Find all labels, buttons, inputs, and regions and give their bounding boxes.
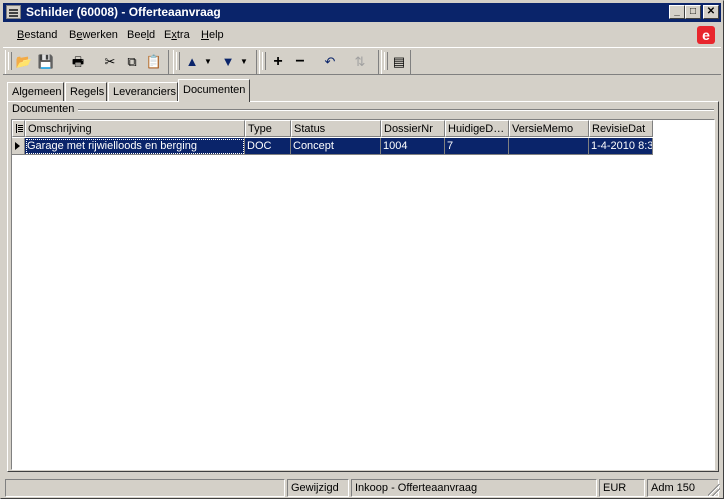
column-header-revisiedat[interactable]: RevisieDat xyxy=(589,120,653,137)
print-icon[interactable]: 🖶 xyxy=(68,53,88,71)
column-header-versiememo[interactable]: VersieMemo xyxy=(509,120,589,137)
application-window: Schilder (60008) - Offerteaanvraag _ □ ✕… xyxy=(0,0,724,499)
app-list-icon[interactable] xyxy=(6,5,21,19)
menu-bewerken[interactable]: Bewerken xyxy=(69,29,118,41)
documents-grid[interactable]: Omschrijving Type Status DossierNr Huidi… xyxy=(11,119,715,470)
maximize-icon: □ xyxy=(689,6,697,17)
tab-algemeen[interactable]: Algemeen xyxy=(7,82,64,101)
status-modified: Gewijzigd xyxy=(287,479,349,497)
menu-bestand[interactable]: Bestand xyxy=(17,29,57,41)
tab-documenten[interactable]: Documenten xyxy=(178,79,250,102)
window-title: Schilder (60008) - Offerteaanvraag xyxy=(26,5,221,19)
row-indicator[interactable] xyxy=(12,138,25,155)
window-controls: _ □ ✕ xyxy=(669,5,719,19)
toolbar-group-file: 📂 💾 🖶 ✂ ⧉ 📋 xyxy=(5,50,169,74)
grid-corner-button[interactable] xyxy=(12,120,25,137)
table-row[interactable]: Garage met rijwielloods en berging DOC C… xyxy=(25,138,653,155)
cell-omschrijving[interactable]: Garage met rijwielloods en berging xyxy=(25,138,245,155)
menu-help[interactable]: Help xyxy=(201,29,224,41)
exact-logo-icon[interactable]: e xyxy=(697,26,715,44)
column-header-type[interactable]: Type xyxy=(245,120,291,137)
copy-icon[interactable]: ⧉ xyxy=(122,53,142,71)
close-icon: ✕ xyxy=(706,6,716,17)
cell-status[interactable]: Concept xyxy=(291,138,381,155)
column-header-omschrijving[interactable]: Omschrijving xyxy=(25,120,245,137)
cell-revisiedat[interactable]: 1-4-2010 8:3 xyxy=(589,138,653,155)
cell-versiememo[interactable] xyxy=(509,138,589,155)
menu-extra[interactable]: Extra xyxy=(164,29,190,41)
minimize-button[interactable]: _ xyxy=(669,5,685,19)
group-label: Documenten xyxy=(12,103,75,115)
status-module: Inkoop - Offerteaanvraag xyxy=(351,479,597,497)
column-header-dossiernr[interactable]: DossierNr xyxy=(381,120,445,137)
cell-type[interactable]: DOC xyxy=(245,138,291,155)
row-pointer-icon xyxy=(15,142,20,150)
open-folder-icon[interactable]: 📂 xyxy=(14,53,34,71)
column-header-huidige[interactable]: HuidigeD… xyxy=(445,120,509,137)
paste-icon[interactable]: 📋 xyxy=(144,53,164,71)
minimize-icon: _ xyxy=(674,6,680,17)
status-bar: Gewijzigd Inkoop - Offerteaanvraag EUR A… xyxy=(3,477,721,497)
status-panel-main xyxy=(5,479,285,497)
add-icon[interactable]: + xyxy=(268,53,288,71)
cell-dossiernr[interactable]: 1004 xyxy=(381,138,445,155)
undo-icon[interactable]: ↶ xyxy=(320,53,340,71)
toolbar: 📂 💾 🖶 ✂ ⧉ 📋 ▲ ▼ ▼ ▼ + − ↶ ⇅ ▤ xyxy=(3,47,721,75)
layout-view-icon[interactable]: ▤ xyxy=(389,53,409,71)
resize-grip-icon[interactable] xyxy=(708,484,720,496)
toolbar-group-edit: + − ↶ ⇅ xyxy=(259,50,379,74)
toolbar-group-view: ▤ xyxy=(381,50,411,74)
save-icon[interactable]: 💾 xyxy=(36,53,56,71)
previous-dropdown-icon[interactable]: ▼ xyxy=(198,53,218,71)
refresh-icon[interactable]: ⇅ xyxy=(350,53,370,71)
documenten-panel: Documenten Omschrijving Type Status Doss… xyxy=(7,101,719,472)
column-chooser-icon xyxy=(16,124,23,133)
maximize-button[interactable]: □ xyxy=(685,5,701,19)
toolbar-group-nav: ▲ ▼ ▼ ▼ xyxy=(173,50,257,74)
tab-leveranciers[interactable]: Leveranciers xyxy=(108,82,178,101)
tab-regels[interactable]: Regels xyxy=(65,82,107,101)
menu-bar: Bestand Bewerken Beeld Extra Help e xyxy=(3,25,721,45)
cell-huidige[interactable]: 7 xyxy=(445,138,509,155)
title-bar[interactable]: Schilder (60008) - Offerteaanvraag _ □ ✕ xyxy=(3,3,721,22)
close-button[interactable]: ✕ xyxy=(703,5,719,19)
next-dropdown-icon[interactable]: ▼ xyxy=(234,53,254,71)
remove-icon[interactable]: − xyxy=(290,53,310,71)
menu-beeld[interactable]: Beeld xyxy=(127,29,155,41)
status-currency: EUR xyxy=(599,479,645,497)
column-header-status[interactable]: Status xyxy=(291,120,381,137)
group-divider xyxy=(78,109,714,111)
cut-icon[interactable]: ✂ xyxy=(100,53,120,71)
